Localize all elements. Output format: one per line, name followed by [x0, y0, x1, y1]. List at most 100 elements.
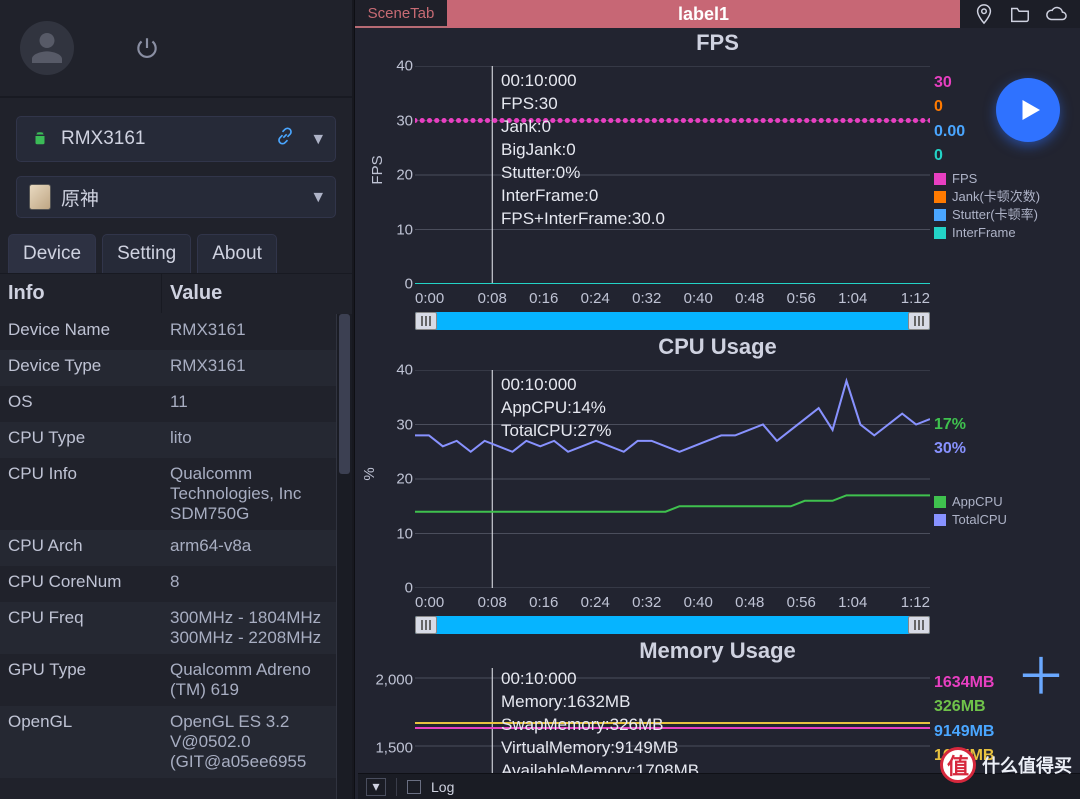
cell-value: OpenGL ES 3.2 V@0502.0 (GIT@a05ee6955 [162, 706, 336, 778]
cell-value: 8 [162, 566, 336, 602]
cell-key: CPU Freq [0, 602, 162, 654]
fps-overlay: 00:10:000 FPS:30 Jank:0 BigJank:0 Stutte… [501, 70, 665, 231]
cell-value: 300MHz - 1804MHz 300MHz - 2208MHz [162, 602, 336, 654]
ytick: 1,500 [375, 740, 413, 757]
right-header: SceneTab label1 [355, 0, 1080, 28]
watermark-badge-icon: 值 [940, 747, 976, 783]
cpu-timeline[interactable] [415, 616, 930, 634]
cell-key: OS [0, 386, 162, 422]
left-header [0, 0, 352, 98]
scroll-thumb[interactable] [339, 314, 350, 474]
table-row[interactable]: Device TypeRMX3161 [0, 350, 336, 386]
legend-item[interactable]: InterFrame [934, 224, 1074, 242]
cell-value: 11 [162, 386, 336, 422]
left-panel: RMX3161 ▾ 原神 ▾ Device Setting About Info… [0, 0, 354, 799]
table-row[interactable]: OpenGLOpenGL ES 3.2 V@0502.0 (GIT@a05ee6… [0, 706, 336, 778]
cpu-chart: CPU Usage % 010203040 00:10:000 AppCPU: [355, 334, 1080, 636]
chevron-down-icon: ▾ [313, 186, 323, 209]
cell-key: CPU Type [0, 422, 162, 458]
chart-title-cpu: CPU Usage [355, 334, 1080, 360]
tab-about[interactable]: About [197, 234, 277, 273]
table-row[interactable]: CPU Freq300MHz - 1804MHz 300MHz - 2208MH… [0, 602, 336, 654]
cell-value: RMX3161 [162, 350, 336, 386]
legend-item[interactable]: Jank(卡顿次数) [934, 188, 1074, 206]
timeline-handle-right[interactable] [908, 616, 930, 634]
cell-value: RMX3161 [162, 314, 336, 350]
table-row[interactable]: GPU TypeQualcomm Adreno (TM) 619 [0, 654, 336, 706]
fps-val-inter: 0 [934, 145, 1074, 167]
cpu-plot[interactable]: 00:10:000 AppCPU:14% TotalCPU:27% [415, 370, 930, 588]
fps-timeline[interactable] [415, 312, 930, 330]
legend-item[interactable]: Stutter(卡顿率) [934, 206, 1074, 224]
device-info-table: Info Value Device NameRMX3161Device Type… [0, 274, 352, 799]
cell-key: Device Type [0, 350, 162, 386]
legend-item[interactable]: TotalCPU [934, 511, 1074, 529]
tabs: Device Setting About [0, 226, 352, 274]
th-info[interactable]: Info [0, 274, 162, 313]
location-icon[interactable] [973, 3, 995, 25]
cpu-val-app: 17% [934, 414, 1074, 436]
legend-item[interactable]: AppCPU [934, 493, 1074, 511]
timeline-handle-left[interactable] [415, 616, 437, 634]
watermark: 值 什么值得买 [940, 747, 1072, 783]
play-button[interactable] [996, 78, 1060, 142]
top-icons [960, 0, 1080, 28]
cell-key: Device Name [0, 314, 162, 350]
scene-tab[interactable]: SceneTab [355, 0, 447, 28]
app-combo[interactable]: 原神 ▾ [16, 176, 336, 218]
table-header: Info Value [0, 274, 352, 313]
android-icon [29, 128, 51, 150]
device-name: RMX3161 [61, 128, 146, 150]
table-row[interactable]: CPU Typelito [0, 422, 336, 458]
table-row[interactable]: CPU Archarm64-v8a [0, 530, 336, 566]
cell-key: CPU CoreNum [0, 566, 162, 602]
link-icon [275, 126, 295, 152]
table-row[interactable]: Device NameRMX3161 [0, 314, 336, 350]
th-value[interactable]: Value [162, 274, 352, 313]
table-row[interactable]: CPU CoreNum8 [0, 566, 336, 602]
cell-value: lito [162, 422, 336, 458]
app-name: 原神 [61, 184, 99, 211]
cpu-legend: 17% 30% AppCPU TotalCPU [934, 414, 1074, 529]
scrollbar[interactable] [336, 314, 352, 799]
right-panel: SceneTab label1 FPS FPS 010203040 [354, 0, 1080, 799]
timeline-handle-right[interactable] [908, 312, 930, 330]
charts-area: FPS FPS 010203040 00:10:000 FPS:30 Jank [355, 28, 1080, 799]
cpu-xaxis: 0:000:080:160:240:320:400:480:561:041:12 [415, 594, 930, 614]
add-chart-button[interactable]: ＋ [1016, 637, 1066, 709]
cell-key: OpenGL [0, 706, 162, 778]
cell-value: Qualcomm Adreno (TM) 619 [162, 654, 336, 706]
chart-title-fps: FPS [355, 30, 1080, 56]
table-row[interactable]: CPU InfoQualcomm Technologies, Inc SDM75… [0, 458, 336, 530]
log-label: Log [431, 779, 454, 795]
legend-item[interactable]: FPS [934, 170, 1074, 188]
status-dropdown[interactable]: ▾ [366, 778, 386, 796]
cloud-icon[interactable] [1045, 3, 1067, 25]
fps-chart: FPS FPS 010203040 00:10:000 FPS:30 Jank [355, 30, 1080, 332]
cell-key: CPU Info [0, 458, 162, 530]
app-thumb-icon [29, 184, 51, 210]
cell-key: CPU Arch [0, 530, 162, 566]
cpu-val-total: 30% [934, 438, 1074, 460]
mem-overlay: 00:10:000 Memory:1632MB SwapMemory:326MB… [501, 668, 699, 783]
watermark-text: 什么值得买 [982, 752, 1072, 778]
fps-xaxis: 0:000:080:160:240:320:400:480:561:041:12 [415, 290, 930, 310]
power-icon[interactable] [134, 35, 160, 61]
folder-icon[interactable] [1009, 3, 1031, 25]
cell-key: GPU Type [0, 654, 162, 706]
fps-plot[interactable]: 00:10:000 FPS:30 Jank:0 BigJank:0 Stutte… [415, 66, 930, 284]
tab-setting[interactable]: Setting [102, 234, 191, 273]
cell-value: arm64-v8a [162, 530, 336, 566]
mem-val-virt: 9149MB [934, 721, 1074, 743]
cell-value: Qualcomm Technologies, Inc SDM750G [162, 458, 336, 530]
table-row[interactable]: OS11 [0, 386, 336, 422]
label1-tab[interactable]: label1 [447, 0, 960, 28]
ylabel-cpu: % [361, 467, 378, 480]
avatar[interactable] [20, 21, 74, 75]
device-combo[interactable]: RMX3161 ▾ [16, 116, 336, 162]
log-checkbox[interactable] [407, 780, 421, 794]
timeline-handle-left[interactable] [415, 312, 437, 330]
ytick: 2,000 [375, 672, 413, 689]
chart-title-mem: Memory Usage [355, 638, 1080, 664]
tab-device[interactable]: Device [8, 234, 96, 273]
